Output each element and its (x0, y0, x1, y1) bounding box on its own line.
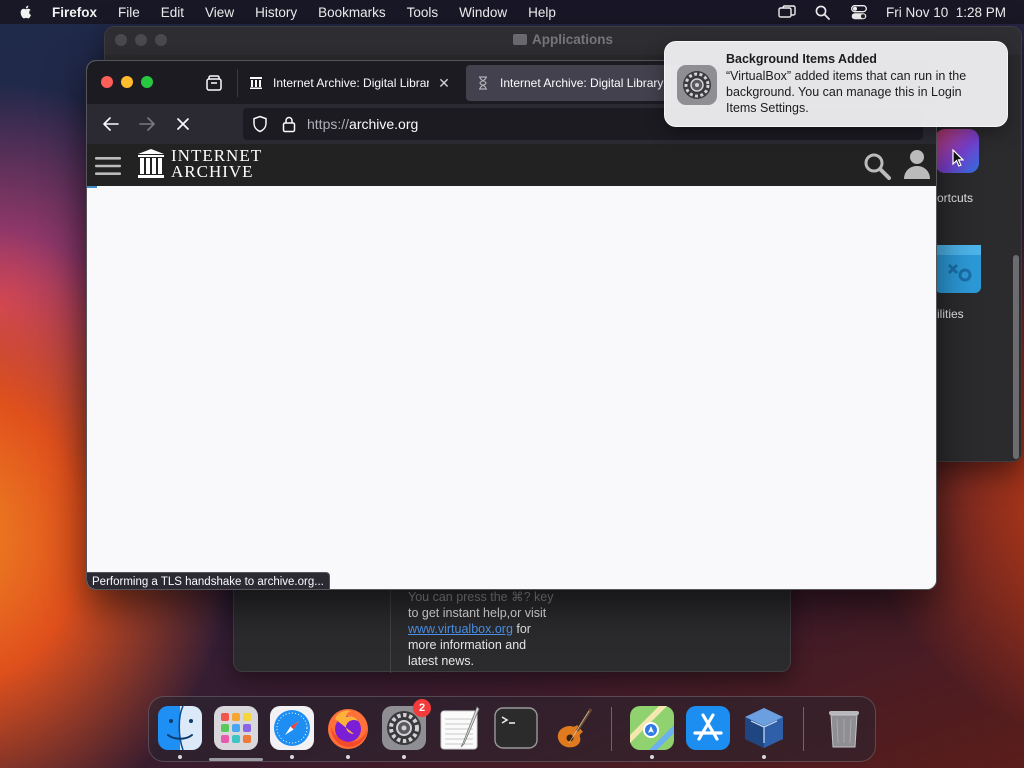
maps-icon[interactable] (629, 705, 675, 751)
menubar-clock[interactable]: Fri Nov 10 1:28 PM (886, 5, 1006, 20)
apple-menu-icon[interactable] (18, 4, 34, 20)
tracking-protection-shield-icon[interactable] (251, 115, 269, 133)
menu-tools[interactable]: Tools (407, 5, 439, 20)
launchpad-icon[interactable] (213, 705, 259, 751)
dock-separator (803, 707, 804, 751)
internet-archive-top-nav: INTERNET ARCHIVE (87, 144, 936, 186)
menu-bookmarks[interactable]: Bookmarks (318, 5, 386, 20)
safari-running-indicator (290, 755, 294, 759)
tab-separator (237, 69, 238, 97)
notification-banner[interactable]: Background Items Added “VirtualBox” adde… (664, 41, 1008, 127)
dock: 2 (148, 696, 876, 762)
garageband-icon[interactable] (549, 705, 595, 751)
utilities-folder-icon[interactable] (935, 245, 981, 293)
app-store-icon[interactable] (685, 705, 731, 751)
tab-title: Internet Archive: Digital Library (273, 76, 429, 90)
menubar-status-area: Fri Nov 10 1:28 PM (778, 0, 1006, 24)
finder-minimize-button[interactable] (135, 34, 147, 46)
firefox-view-icon[interactable] (204, 73, 224, 93)
firefox-running-indicator (346, 755, 350, 759)
finder-scrollbar[interactable] (1013, 255, 1019, 459)
maps-running-indicator (650, 755, 654, 759)
virtualbox-icon[interactable] (741, 705, 787, 751)
vbox-help-line-faded: You can press the ⌘? key (408, 590, 554, 604)
safari-icon[interactable] (269, 705, 315, 751)
vbox-welcome-text: You can press the ⌘? key to get instant … (408, 589, 588, 669)
utilities-folder-label[interactable]: ilities (937, 307, 964, 321)
internet-archive-logo-icon[interactable] (137, 148, 165, 180)
finder-close-button[interactable] (115, 34, 127, 46)
status-panel: Performing a TLS handshake to archive.or… (87, 572, 330, 589)
finder-window-controls (115, 34, 167, 46)
finder-zoom-button[interactable] (155, 34, 167, 46)
page-load-progress-bar (87, 186, 97, 188)
menu-bar: Firefox File Edit View History Bookmarks… (0, 0, 1024, 24)
dock-separator (611, 707, 612, 751)
finder-title: Applications (513, 32, 613, 47)
archive-favicon-icon (250, 77, 262, 89)
system-settings-gear-icon (677, 65, 717, 105)
page-content-area[interactable] (87, 186, 936, 589)
finder-icon[interactable] (157, 705, 203, 751)
zoom-window-button[interactable] (141, 76, 153, 88)
hamburger-menu-icon[interactable] (95, 156, 121, 176)
virtualbox-running-indicator (762, 755, 766, 759)
vbox-news-line: latest news. (408, 654, 475, 668)
user-account-icon[interactable] (903, 148, 931, 180)
close-window-button[interactable] (101, 76, 113, 88)
stop-x-icon (177, 118, 189, 130)
tab-internet-archive-2-active[interactable]: Internet Archive: Digital Library (466, 65, 696, 101)
tab-internet-archive-1[interactable]: Internet Archive: Digital Library ✕ (239, 65, 461, 101)
menu-history[interactable]: History (255, 5, 297, 20)
shortcuts-app-label[interactable]: ortcuts (937, 191, 973, 205)
internet-archive-wordmark[interactable]: INTERNET ARCHIVE (171, 147, 262, 180)
firefox-icon[interactable] (325, 705, 371, 751)
minimize-window-button[interactable] (121, 76, 133, 88)
search-icon[interactable] (863, 152, 891, 180)
system-settings-badge: 2 (413, 699, 431, 717)
textedit-icon[interactable] (437, 705, 483, 751)
vbox-info-line: more information and (408, 638, 527, 652)
menu-window[interactable]: Window (459, 5, 507, 20)
control-center-icon[interactable] (850, 4, 868, 20)
dock-scroll-indicator (209, 758, 263, 761)
menu-edit[interactable]: Edit (161, 5, 184, 20)
forward-button[interactable] (137, 115, 157, 133)
vbox-help-line: to get instant help,or visit (408, 606, 547, 620)
folder-icon (513, 34, 527, 45)
url-text[interactable]: https://archive.org (307, 116, 418, 132)
terminal-icon[interactable] (493, 705, 539, 751)
window-controls (101, 76, 153, 88)
menu-view[interactable]: View (205, 5, 234, 20)
back-button[interactable] (101, 115, 121, 133)
finder-running-indicator (178, 755, 182, 759)
tab-title: Internet Archive: Digital Library (500, 76, 664, 90)
notification-body: “VirtualBox” added items that can run in… (726, 69, 967, 115)
forward-arrow-icon (139, 117, 155, 131)
spotlight-search-icon[interactable] (814, 4, 832, 20)
trash-icon[interactable] (821, 705, 867, 751)
screen-mirroring-icon[interactable] (778, 4, 796, 20)
hourglass-loading-icon (479, 76, 487, 90)
system-settings-running-indicator (402, 755, 406, 759)
virtualbox-website-link[interactable]: www.virtualbox.org (408, 622, 513, 636)
firefox-window: Internet Archive: Digital Library ✕ Inte… (86, 60, 937, 590)
notification-title: Background Items Added (726, 52, 877, 66)
menu-help[interactable]: Help (528, 5, 556, 20)
back-arrow-icon (103, 117, 119, 131)
menu-file[interactable]: File (118, 5, 140, 20)
mouse-cursor-icon (952, 149, 964, 167)
vbox-link-suffix: for (512, 622, 531, 636)
stop-loading-button[interactable] (173, 115, 193, 133)
tab-close-icon[interactable]: ✕ (437, 75, 451, 92)
lock-icon[interactable] (281, 115, 297, 133)
menu-app-firefox[interactable]: Firefox (52, 5, 97, 20)
